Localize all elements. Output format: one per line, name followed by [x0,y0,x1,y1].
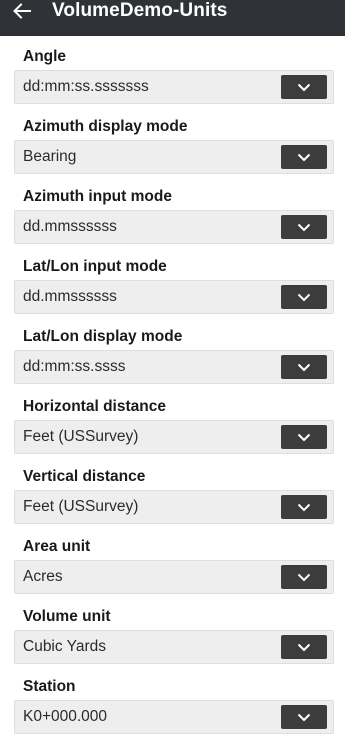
chevron-down-icon [297,713,311,721]
field-angle: Angle dd:mm:ss.sssssss [0,44,345,114]
field-label: Area unit [23,538,91,555]
select-value: dd.mmssssss [23,218,117,235]
latlon-display-mode-select[interactable]: dd:mm:ss.ssss [14,350,334,384]
dropdown-button[interactable] [281,355,327,379]
field-azimuth-display-mode: Azimuth display mode Bearing [0,114,345,184]
select-value: dd:mm:ss.ssss [23,358,126,375]
field-latlon-display-mode: Lat/Lon display mode dd:mm:ss.ssss [0,324,345,394]
field-label: Azimuth display mode [23,118,188,135]
area-unit-select[interactable]: Acres [14,560,334,594]
field-volume-unit: Volume unit Cubic Yards [0,604,345,674]
field-label: Lat/Lon input mode [23,258,167,275]
latlon-input-mode-select[interactable]: dd.mmssssss [14,280,334,314]
select-value: K0+000.000 [23,708,108,725]
volume-unit-select[interactable]: Cubic Yards [14,630,334,664]
chevron-down-icon [297,433,311,441]
field-area-unit: Area unit Acres [0,534,345,604]
select-value: Bearing [23,148,77,165]
azimuth-display-mode-select[interactable]: Bearing [14,140,334,174]
chevron-down-icon [297,223,311,231]
chevron-down-icon [297,363,311,371]
units-settings-screen: VolumeDemo-Units Angle dd:mm:ss.sssssss … [0,0,345,738]
dropdown-button[interactable] [281,495,327,519]
dropdown-button[interactable] [281,285,327,309]
dropdown-button[interactable] [281,635,327,659]
field-label: Lat/Lon display mode [23,328,183,345]
dropdown-button[interactable] [281,705,327,729]
dropdown-button[interactable] [281,565,327,589]
arrow-left-icon [13,3,31,19]
field-label: Station [23,678,76,695]
select-value: Cubic Yards [23,638,106,655]
chevron-down-icon [297,643,311,651]
page-title: VolumeDemo-Units [52,0,228,21]
azimuth-input-mode-select[interactable]: dd.mmssssss [14,210,334,244]
chevron-down-icon [297,503,311,511]
dropdown-button[interactable] [281,215,327,239]
back-button[interactable] [0,0,44,29]
field-label: Volume unit [23,608,111,625]
units-list: Angle dd:mm:ss.sssssss Azimuth display m… [0,44,345,738]
select-value: Feet (USSurvey) [23,498,139,515]
field-label: Angle [23,48,67,65]
field-station: Station K0+000.000 [0,674,345,738]
angle-select[interactable]: dd:mm:ss.sssssss [14,70,334,104]
field-label: Azimuth input mode [23,188,172,205]
dropdown-button[interactable] [281,425,327,449]
chevron-down-icon [297,153,311,161]
field-latlon-input-mode: Lat/Lon input mode dd.mmssssss [0,254,345,324]
vertical-distance-select[interactable]: Feet (USSurvey) [14,490,334,524]
app-bar: VolumeDemo-Units [0,0,345,36]
select-value: Acres [23,568,63,585]
select-value: dd.mmssssss [23,288,117,305]
horizontal-distance-select[interactable]: Feet (USSurvey) [14,420,334,454]
dropdown-button[interactable] [281,145,327,169]
field-label: Horizontal distance [23,398,166,415]
field-azimuth-input-mode: Azimuth input mode dd.mmssssss [0,184,345,254]
chevron-down-icon [297,83,311,91]
dropdown-button[interactable] [281,75,327,99]
field-label: Vertical distance [23,468,146,485]
chevron-down-icon [297,573,311,581]
select-value: dd:mm:ss.sssssss [23,78,149,95]
station-select[interactable]: K0+000.000 [14,700,334,734]
select-value: Feet (USSurvey) [23,428,139,445]
chevron-down-icon [297,293,311,301]
field-horizontal-distance: Horizontal distance Feet (USSurvey) [0,394,345,464]
field-vertical-distance: Vertical distance Feet (USSurvey) [0,464,345,534]
